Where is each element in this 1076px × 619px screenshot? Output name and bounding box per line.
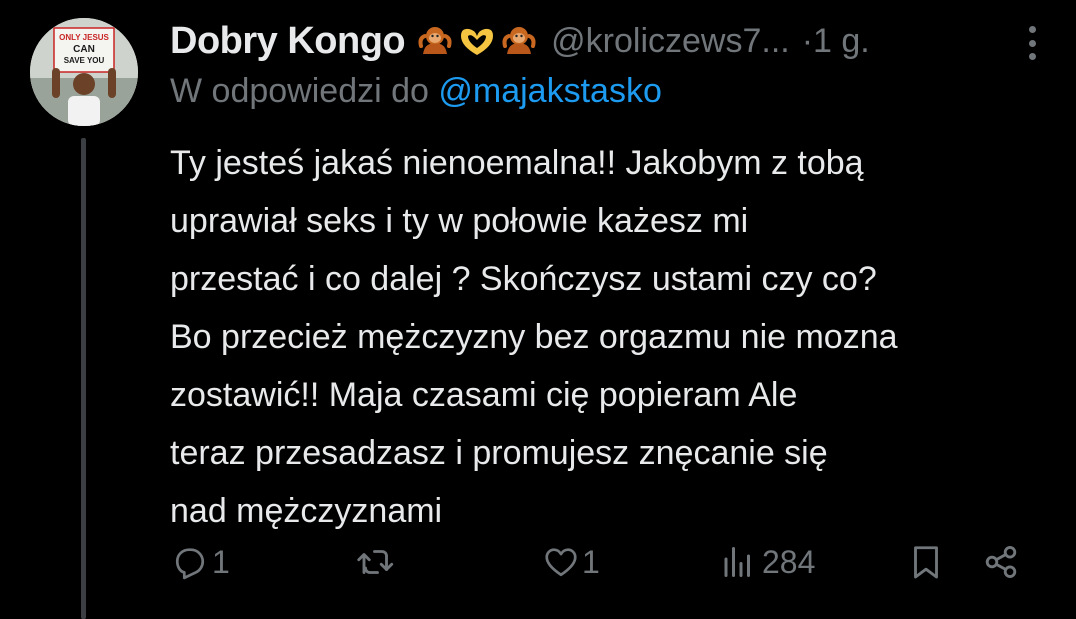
tweet-text-line: nad mężczyznami (170, 492, 443, 530)
tweet-text-line: Ty jesteś jakaś nienoemalna!! Jakobym z … (170, 144, 864, 182)
orangutan-icon (418, 27, 452, 54)
replying-to-mention[interactable]: @majakstasko (438, 72, 661, 110)
tweet-time[interactable]: ·1 g. (802, 22, 870, 61)
tweet-text-line: teraz przesadzasz i promujesz znęcanie s… (170, 434, 828, 472)
avatar[interactable]: ONLY JESUS CAN SAVE YOU (30, 18, 138, 126)
reply-count: 1 (212, 543, 230, 580)
share-icon (985, 546, 1017, 578)
tweet-text-line: przestać i co dalej ? Skończysz ustami c… (170, 260, 877, 298)
avatar-sign-line-1: ONLY JESUS (59, 33, 109, 42)
orangutan-icon (502, 27, 536, 54)
tweet-actions: 1 1 284 (170, 536, 1030, 588)
tweet-text: Ty jesteś jakaś nienoemalna!! Jakobym z … (170, 134, 1060, 540)
retweet-icon (357, 550, 394, 574)
views-icon (724, 547, 750, 577)
heart-hands-icon (461, 28, 494, 55)
reply-button[interactable]: 1 (172, 536, 230, 588)
replying-to-label: W odpowiedzi do (170, 72, 429, 110)
thread-line (81, 138, 86, 619)
reply-icon (175, 548, 205, 580)
replying-to: W odpowiedzi do @majakstasko (170, 72, 662, 111)
like-button[interactable]: 1 (542, 536, 600, 588)
heart-icon (545, 548, 577, 577)
author-handle[interactable]: @kroliczews7... (551, 22, 790, 61)
tweet-text-line: Bo przecież mężczyzny bez orgazmu nie mo… (170, 318, 898, 356)
bookmark-icon (914, 546, 938, 579)
author-emojis (417, 24, 537, 58)
views-button[interactable]: 284 (720, 536, 815, 588)
tweet-text-line: uprawiał seks i ty w połowie każesz mi (170, 202, 749, 240)
tweet-text-line: zostawić!! Maja czasami cię popieram Ale (170, 376, 798, 414)
tweet-header: Dobry Kongo @kroliczews7... ·1 g. (170, 14, 1056, 68)
more-options-icon[interactable] (1028, 26, 1036, 60)
like-count: 1 (582, 543, 600, 580)
avatar-sign-line-3: SAVE YOU (64, 56, 105, 65)
avatar-sign-line-2: CAN (73, 44, 95, 55)
share-button[interactable] (982, 536, 1020, 588)
author-name[interactable]: Dobry Kongo (170, 20, 406, 63)
retweet-button[interactable] (356, 536, 396, 588)
views-count: 284 (762, 543, 816, 580)
bookmark-button[interactable] (908, 536, 944, 588)
